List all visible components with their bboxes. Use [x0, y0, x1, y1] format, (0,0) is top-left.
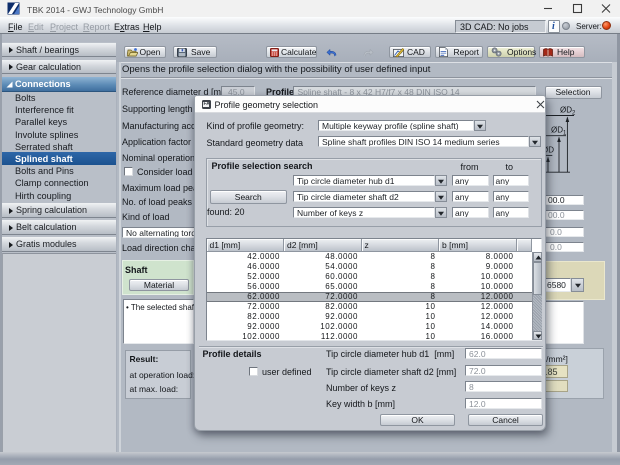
svg-text:2: 2	[572, 111, 576, 117]
svg-text:1: 1	[563, 131, 567, 137]
svg-text:ØD: ØD	[551, 126, 563, 135]
svg-text:ØD: ØD	[560, 106, 572, 115]
